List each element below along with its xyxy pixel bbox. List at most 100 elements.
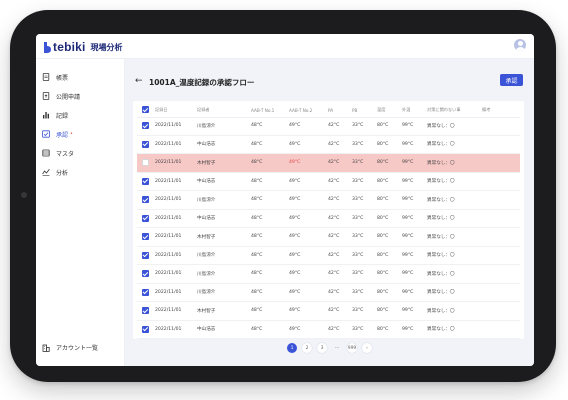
table-row[interactable]: 2022/11/01 中山浩志 48°C 49°C 42°C 33°C 80°C 99°C 異常… <box>137 210 520 228</box>
value-cell: 99°C <box>402 178 414 184</box>
sidebar-item-records[interactable]: 記録 <box>42 109 68 121</box>
table-row[interactable]: 2022/11/01 木村智子 48°C 49°C 42°C 33°C 80°C 99°C 異常… <box>137 154 520 173</box>
row-checkbox[interactable] <box>142 159 149 166</box>
table-row[interactable]: 2022/11/01 木村智子 48°C 49°C 42°C 33°C 80°C 99°C 異常… <box>137 228 520 247</box>
value-cell: 80°C <box>377 141 389 147</box>
select-all-checkbox[interactable] <box>142 106 149 113</box>
note-cell: 異常なし：〇 <box>427 142 455 148</box>
note-cell: 異常なし：〇 <box>427 253 455 259</box>
sidebar-item-publish-request[interactable]: 公開申請 <box>42 90 80 102</box>
document-icon <box>42 73 50 81</box>
column-header: 外温 <box>402 107 411 112</box>
sidebar: 帳票 公開申請 記録 承認 • マスタ 分析 アカウント一覧 <box>36 59 125 366</box>
value-cell: 48°C <box>251 197 263 203</box>
row-checkbox[interactable] <box>142 288 149 296</box>
value-cell: 80°C <box>377 234 389 240</box>
logo[interactable]: tebiki 現場分析 <box>44 40 123 54</box>
recorder-cell: 中山浩志 <box>197 216 216 222</box>
column-header: AAB-T No.1 <box>251 107 275 113</box>
table-row[interactable]: 2022/11/01 中山浩志 48°C 49°C 42°C 33°C 80°C 99°C 異常… <box>137 173 520 191</box>
value-cell: 99°C <box>402 123 414 129</box>
recorder-cell: 木村智子 <box>197 308 216 314</box>
value-cell: 48°C <box>251 234 263 240</box>
value-cell: 99°C <box>402 308 414 314</box>
analytics-icon <box>42 168 50 176</box>
value-cell: 48°C <box>251 289 263 295</box>
app-screen: tebiki 現場分析 帳票 公開申請 記録 承認 • マスタ 分析 アカウント… <box>36 34 534 366</box>
value-cell: 33°C <box>352 289 364 295</box>
value-cell: 48°C <box>251 141 263 147</box>
recorder-cell: 中山浩志 <box>197 327 216 333</box>
camera-icon <box>21 192 27 198</box>
recorder-cell: 川島涼介 <box>197 271 216 277</box>
building-icon <box>42 344 50 352</box>
note-cell: 異常なし：〇 <box>427 123 455 129</box>
table-row[interactable]: 2022/11/01 川島涼介 48°C 49°C 42°C 33°C 80°C 99°C 異常… <box>137 117 520 136</box>
logo-subtitle: 現場分析 <box>90 42 123 52</box>
date-cell: 2022/11/01 <box>155 178 182 184</box>
row-checkbox[interactable] <box>142 140 149 148</box>
table-row[interactable]: 2022/11/01 川島涼介 48°C 49°C 42°C 33°C 80°C 99°C 異常… <box>137 284 520 302</box>
pagination: 1 2 3 ⋯ 999 › <box>125 343 534 357</box>
table-row[interactable]: 2022/11/01 中山浩志 48°C 49°C 42°C 33°C 80°C 99°C 異常… <box>137 321 520 339</box>
value-cell: 99°C <box>402 326 414 332</box>
table-row[interactable]: 2022/11/01 川島涼介 48°C 49°C 42°C 33°C 80°C 99°C 異常… <box>137 191 520 210</box>
row-checkbox[interactable] <box>142 270 149 277</box>
row-checkbox[interactable] <box>142 196 149 203</box>
value-cell: 99°C <box>402 215 414 221</box>
avatar[interactable] <box>514 39 526 51</box>
value-cell: 42°C <box>328 160 340 166</box>
sidebar-item-master[interactable]: マスタ <box>42 147 74 159</box>
sidebar-item-analytics[interactable]: 分析 <box>42 166 68 178</box>
approve-button[interactable]: 承認 <box>500 74 523 86</box>
approval-icon <box>42 130 50 138</box>
sidebar-item-approval[interactable]: 承認 • <box>42 128 73 140</box>
row-checkbox[interactable] <box>142 307 149 314</box>
page-button[interactable]: 1 <box>287 343 297 353</box>
column-header: AAB-T No.2 <box>289 107 313 113</box>
row-checkbox[interactable] <box>142 233 149 240</box>
value-cell: 80°C <box>377 252 389 258</box>
next-page-button[interactable]: › <box>362 343 372 353</box>
recorder-cell: 中山浩志 <box>197 179 216 185</box>
value-cell: 33°C <box>352 308 364 314</box>
value-cell: 80°C <box>377 160 389 166</box>
page-button[interactable]: 999 <box>347 343 357 353</box>
column-header: PA <box>328 107 334 113</box>
row-checkbox[interactable] <box>142 251 149 259</box>
date-cell: 2022/11/01 <box>155 141 182 147</box>
table-row[interactable]: 2022/11/01 中山浩志 48°C 49°C 42°C 33°C 80°C 99°C 異常… <box>137 136 520 154</box>
note-cell: 異常なし：〇 <box>427 197 455 203</box>
row-checkbox[interactable] <box>142 214 149 222</box>
table-row[interactable]: 2022/11/01 川島涼介 48°C 49°C 42°C 33°C 80°C 99°C 異常… <box>137 265 520 284</box>
bar-chart-icon <box>43 112 49 119</box>
value-cell: 33°C <box>352 326 364 332</box>
account-list-link[interactable]: アカウント一覧 <box>42 343 98 352</box>
row-checkbox[interactable] <box>142 177 149 185</box>
value-cell: 33°C <box>352 271 364 277</box>
page-button[interactable]: 2 <box>302 343 312 353</box>
value-cell: 48°C <box>251 308 263 314</box>
top-bar: tebiki 現場分析 <box>36 34 534 59</box>
sidebar-item-label: マスタ <box>56 150 75 158</box>
row-checkbox[interactable] <box>142 122 149 129</box>
row-checkbox[interactable] <box>142 325 149 333</box>
recorder-cell: 木村智子 <box>197 234 216 240</box>
column-header: 記録者 <box>197 107 210 112</box>
value-cell: 49°C <box>289 271 301 277</box>
column-header: 対策に関わない事 <box>427 107 461 112</box>
value-cell: 42°C <box>328 215 340 221</box>
page-button[interactable]: 3 <box>317 343 327 353</box>
sidebar-item-forms[interactable]: 帳票 <box>42 71 68 83</box>
table-row[interactable]: 2022/11/01 木村智子 48°C 49°C 42°C 33°C 80°C 99°C 異常… <box>137 302 520 321</box>
value-cell: 42°C <box>328 308 340 314</box>
recorder-cell: 木村智子 <box>197 160 216 166</box>
date-cell: 2022/11/01 <box>155 271 182 277</box>
date-cell: 2022/11/01 <box>155 123 182 129</box>
value-cell: 33°C <box>352 123 364 129</box>
back-arrow-icon[interactable]: ← <box>135 76 143 86</box>
date-cell: 2022/11/01 <box>155 160 182 166</box>
value-cell: 49°C <box>289 123 301 129</box>
table-row[interactable]: 2022/11/01 川島涼介 48°C 49°C 42°C 33°C 80°C 99°C 異常… <box>137 247 520 265</box>
value-cell: 49°C <box>289 141 301 147</box>
